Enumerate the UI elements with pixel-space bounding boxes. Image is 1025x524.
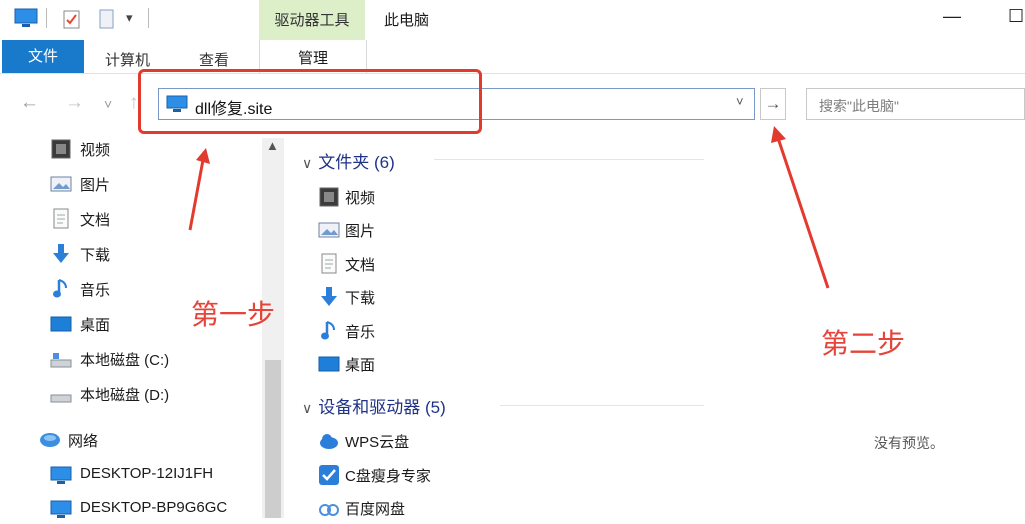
arrow-step1-line bbox=[188, 159, 205, 231]
arrow-step1-head bbox=[196, 148, 210, 164]
annotation-arrows bbox=[188, 126, 830, 289]
annotation-step1: 第一步 bbox=[191, 298, 276, 331]
arrow-step2-head bbox=[771, 126, 786, 143]
arrow-step2-line bbox=[776, 137, 830, 289]
annotation-step2: 第二步 bbox=[821, 327, 906, 360]
